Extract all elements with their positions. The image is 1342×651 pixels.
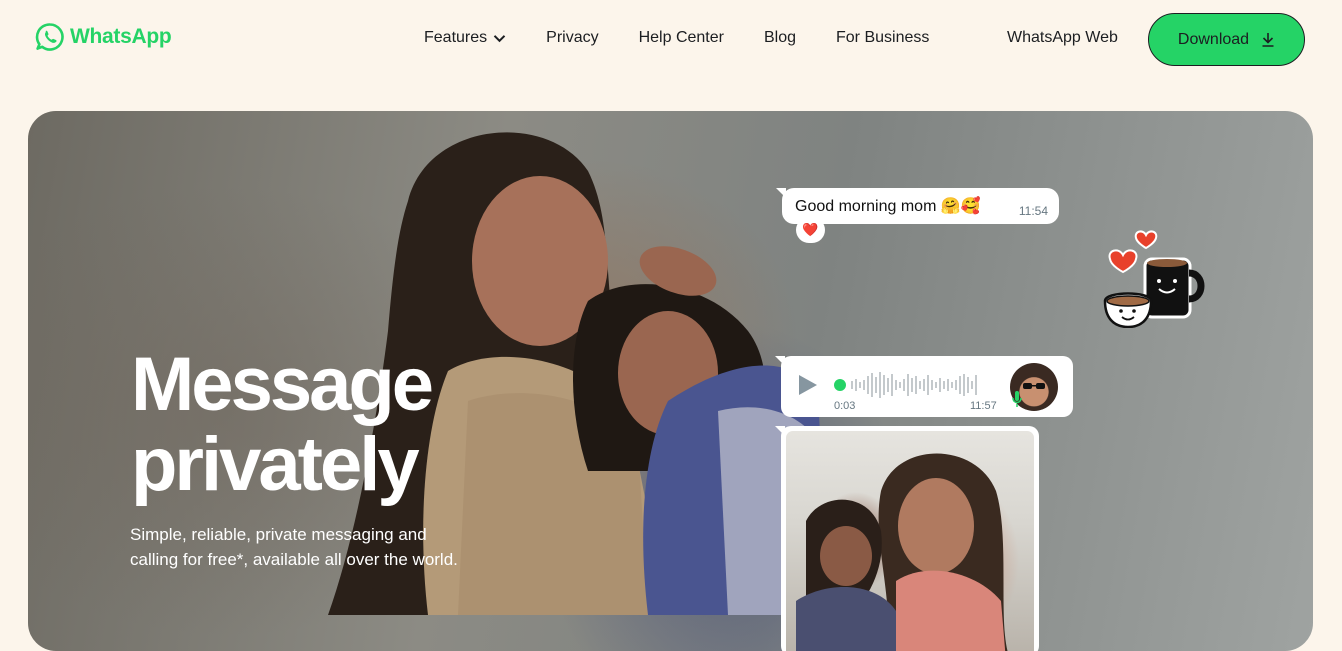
nav-help-center[interactable]: Help Center: [639, 29, 724, 47]
download-label: Download: [1177, 30, 1250, 48]
hero-title: Message privately: [131, 342, 434, 507]
brand-name: WhatsApp: [70, 25, 172, 48]
shared-photo: [786, 431, 1034, 651]
chat-message-time: 11:54: [1018, 204, 1048, 218]
chat-message-text: Good morning mom 🤗🥰: [795, 198, 981, 215]
nav-blog-label: Blog: [763, 29, 796, 46]
main-menu: Features Privacy Help Center Blog For Bu…: [424, 29, 929, 47]
voice-elapsed: 0:03: [834, 400, 856, 412]
nav-privacy[interactable]: Privacy: [546, 29, 598, 47]
whatsapp-web-link[interactable]: WhatsApp Web: [1007, 29, 1118, 47]
chat-bubble-text: Good morning mom 🤗🥰 11:54: [782, 188, 1059, 224]
hero-banner: Message privately Simple, reliable, priv…: [28, 111, 1313, 651]
download-icon: [1262, 33, 1274, 47]
coffee-mug-sticker: [1103, 230, 1205, 328]
play-icon[interactable]: [796, 374, 818, 396]
nav-privacy-label: Privacy: [546, 29, 599, 46]
nav-features[interactable]: Features: [424, 29, 506, 47]
heart-reaction: ❤️: [796, 217, 825, 243]
hero-title-line-2: privately: [131, 422, 420, 507]
download-button[interactable]: Download: [1148, 13, 1305, 66]
microphone-icon: [1012, 391, 1022, 407]
nav-features-label: Features: [424, 29, 488, 46]
whatsapp-icon: [35, 23, 64, 51]
voice-message: 0:03 11:57: [781, 356, 1073, 417]
photo-message[interactable]: [781, 426, 1039, 651]
nav-blog[interactable]: Blog: [764, 29, 796, 47]
nav-for-business[interactable]: For Business: [836, 29, 929, 47]
voice-waveform: [851, 372, 977, 398]
hero-subtitle: Simple, reliable, private messaging and …: [130, 525, 458, 569]
voice-progress-dot[interactable]: [834, 379, 846, 391]
nav-help-center-label: Help Center: [638, 29, 724, 46]
voice-time: 11:57: [970, 400, 997, 412]
top-navigation: WhatsApp Features Privacy Help Center Bl…: [0, 0, 1342, 78]
whatsapp-logo[interactable]: WhatsApp: [35, 22, 172, 52]
chevron-down-icon: [493, 34, 506, 42]
photo-scene: [796, 453, 1008, 651]
nav-for-business-label: For Business: [836, 29, 930, 46]
hero-title-line-1: Message: [131, 342, 434, 427]
